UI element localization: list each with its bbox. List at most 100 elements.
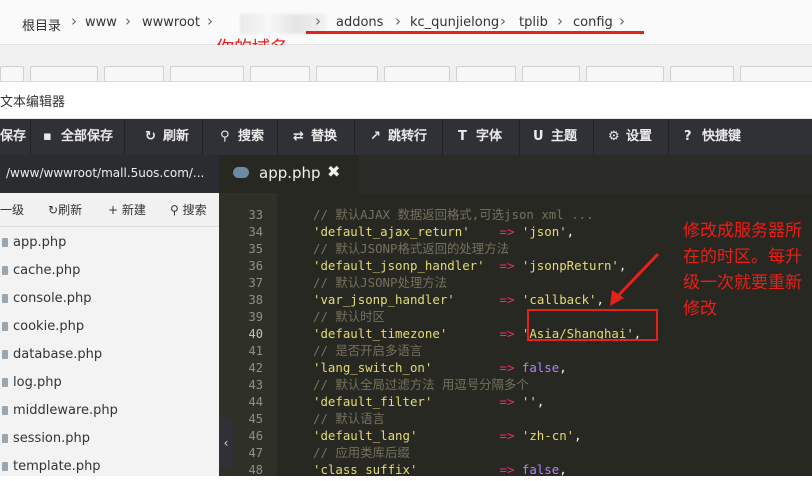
file-icon: [2, 378, 8, 387]
font-button[interactable]: T 字体: [444, 119, 520, 155]
sidebar-refresh-button[interactable]: ↻刷新: [48, 201, 82, 218]
save-all-button[interactable]: ▪ 全部保存: [31, 119, 125, 155]
file-icon: [2, 266, 8, 275]
bg-tab[interactable]: [316, 66, 378, 81]
code-value: 'zh-cn': [521, 428, 575, 443]
background-tab-strip: [0, 45, 812, 82]
theme-button[interactable]: U 主题: [521, 119, 594, 155]
file-item[interactable]: cookie.php: [0, 313, 219, 341]
code-key: 'lang_switch_on': [313, 360, 433, 375]
bg-tab[interactable]: [522, 66, 580, 81]
goto-icon: ↗: [370, 129, 381, 144]
bg-tab[interactable]: [740, 66, 812, 81]
file-item[interactable]: session.php: [0, 425, 219, 453]
code-comment: // 默认JSONP格式返回的处理方法: [313, 241, 509, 256]
code-key: 'default_jsonp_handler': [313, 258, 485, 273]
bg-tab[interactable]: [104, 66, 164, 81]
bg-tab[interactable]: [30, 66, 98, 81]
code-operator: =>: [499, 292, 515, 307]
code-value: 'callback': [521, 292, 597, 307]
code-operator: =>: [499, 258, 515, 273]
line-number: 34: [248, 225, 263, 239]
code-value: false: [521, 360, 560, 375]
theme-icon: U: [533, 129, 544, 144]
chevron-right-icon: ›: [395, 12, 401, 30]
line-number: 42: [248, 361, 263, 375]
save-icon: ▪: [43, 129, 52, 144]
breadcrumb-item-root[interactable]: 根目录: [22, 15, 61, 34]
sidebar-path: /www/wwwroot/mall.5uos.com/...: [6, 166, 205, 180]
annotation-underline: [306, 31, 644, 34]
chevron-right-icon: ›: [500, 12, 506, 30]
line-number: 45: [248, 412, 263, 426]
file-icon: [2, 434, 8, 443]
code-operator: =>: [499, 462, 515, 476]
line-number: 37: [248, 276, 263, 290]
file-item[interactable]: template.php: [0, 453, 219, 481]
code-line: // 默认全局过滤方法 用逗号分隔多个: [313, 376, 529, 393]
breadcrumb-bar: 根目录 › www › wwwroot › › addons › kc_qunj…: [0, 0, 812, 59]
file-item[interactable]: log.php: [0, 369, 219, 397]
annotation-arrow: [610, 252, 660, 306]
code-line: // 是否开启多语言: [313, 342, 422, 359]
sidebar-search-button[interactable]: ⚲ 搜索: [170, 201, 207, 218]
file-item[interactable]: console.php: [0, 285, 219, 313]
code-comment: // 应用类库后缀: [313, 445, 410, 460]
bg-tab[interactable]: [250, 66, 310, 81]
close-icon[interactable]: ✖: [327, 162, 340, 181]
code-operator: =>: [499, 394, 515, 409]
code-operator: =>: [499, 326, 515, 341]
file-icon: [2, 294, 8, 303]
search-button[interactable]: ⚲ 搜索: [204, 119, 278, 155]
line-number: 41: [248, 344, 263, 358]
shortcuts-button[interactable]: ? 快捷键: [670, 119, 812, 155]
code-operator: =>: [499, 224, 515, 239]
code-comment: // 默认时区: [313, 309, 385, 324]
sidebar-new-button[interactable]: + 新建: [108, 201, 146, 218]
tab-app-php[interactable]: app.php ✖: [219, 155, 358, 193]
bg-tab[interactable]: [586, 66, 664, 81]
refresh-button[interactable]: ↻ 刷新: [126, 119, 203, 155]
code-comment: // 默认AJAX 数据返回格式,可选json xml ...: [313, 207, 594, 222]
collapse-sidebar-button[interactable]: ‹: [219, 418, 233, 468]
bg-tab[interactable]: [170, 66, 244, 81]
replace-icon: ⇄: [293, 129, 304, 144]
code-value: '': [521, 394, 537, 409]
breadcrumb-item-kc-qunjielong[interactable]: kc_qunjielong: [410, 15, 499, 30]
code-line: 'class_suffix' => false,: [313, 462, 567, 476]
goto-line-button[interactable]: ↗ 跳转行: [356, 119, 443, 155]
editor-toolbar: 保存 ▪ 全部保存 ↻ 刷新 ⚲ 搜索 ⇄ 替换 ↗ 跳转行 T 字体 U 主题 ⚙ 设置 ? 快…: [0, 119, 812, 155]
bg-tab[interactable]: [384, 66, 450, 81]
help-icon: ?: [684, 129, 692, 144]
breadcrumb-item-wwwroot[interactable]: wwwroot: [142, 15, 200, 30]
breadcrumb-item-www[interactable]: www: [85, 15, 117, 30]
file-icon: [2, 238, 8, 247]
chevron-right-icon: ›: [315, 12, 321, 30]
breadcrumb-item-addons[interactable]: addons: [336, 15, 383, 30]
breadcrumb-item-config[interactable]: config: [573, 15, 613, 30]
breadcrumb-item-tplib[interactable]: tplib: [519, 15, 548, 30]
annotation-highlight-box: [527, 309, 658, 341]
code-line: // 默认语言: [313, 410, 385, 427]
settings-button[interactable]: ⚙ 设置: [595, 119, 669, 155]
file-item[interactable]: database.php: [0, 341, 219, 369]
code-operator: =>: [499, 428, 515, 443]
bg-tab[interactable]: [670, 66, 734, 81]
code-value: 'json': [521, 224, 567, 239]
bg-tab[interactable]: [456, 66, 516, 81]
bg-tab[interactable]: [0, 66, 24, 81]
code-line: // 默认JSONP格式返回的处理方法: [313, 240, 509, 257]
code-value: false: [521, 462, 560, 476]
file-sidebar: /www/wwwroot/mall.5uos.com/... 一级 ↻刷新 + …: [0, 155, 219, 476]
replace-button[interactable]: ⇄ 替换: [279, 119, 355, 155]
file-item[interactable]: cache.php: [0, 257, 219, 285]
font-icon: T: [458, 129, 467, 144]
code-line: 'lang_switch_on' => false,: [313, 360, 567, 375]
file-icon: [2, 350, 8, 359]
file-item[interactable]: middleware.php: [0, 397, 219, 425]
line-number: 39: [248, 310, 263, 324]
up-level-button[interactable]: 一级: [0, 201, 24, 218]
save-button[interactable]: 保存: [0, 119, 31, 155]
file-item[interactable]: app.php: [0, 229, 219, 257]
code-key: 'class_suffix': [313, 462, 418, 476]
